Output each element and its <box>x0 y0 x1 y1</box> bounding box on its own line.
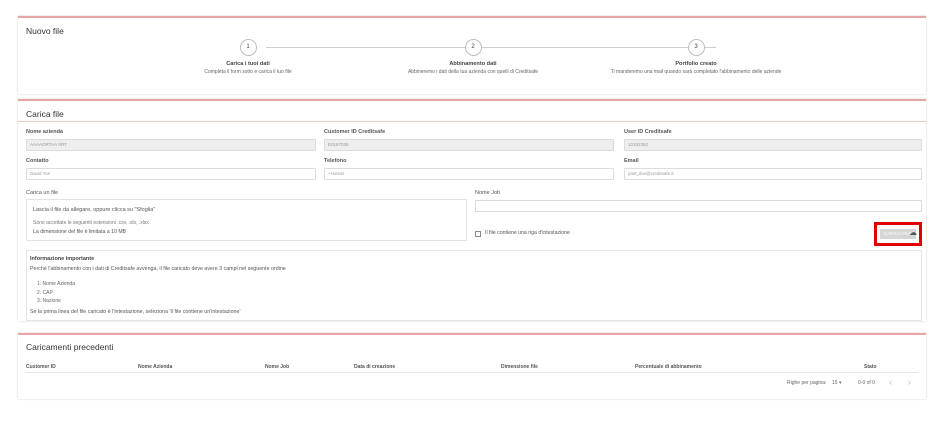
info-footer: Se la prima linea del file caricato è l'… <box>30 309 241 315</box>
company-field: AAAAORTAA SRT <box>26 139 316 151</box>
col-match-percent[interactable]: Percentuale di abbinamento <box>635 364 702 370</box>
list-item: 3. Nazione <box>37 298 61 304</box>
step-2-title: Abbinamento dati <box>449 61 497 67</box>
chevron-left-icon[interactable]: ‹ <box>889 377 892 387</box>
step-3: 3 Portfolio creato Ti manderemo una mail… <box>596 39 796 75</box>
step-2-number: 2 <box>464 39 482 56</box>
col-status[interactable]: Stato <box>864 364 877 370</box>
col-customer-id[interactable]: Customer ID <box>26 364 56 370</box>
info-desc: Perché l'abbinamento con i dati di Credi… <box>30 266 286 272</box>
email-label: Email <box>624 158 639 164</box>
new-file-title: Nuovo file <box>26 26 64 36</box>
header-row-checkbox[interactable] <box>475 231 481 237</box>
col-file-size[interactable]: Dimensione file <box>501 364 538 370</box>
step-1-number: 1 <box>239 39 257 56</box>
col-created-date[interactable]: Data di creazione <box>354 364 395 370</box>
rows-per-page-value: 15 <box>832 380 838 386</box>
step-1: 1 Carica i tuoi dati Completa il form so… <box>148 39 348 75</box>
new-file-card: Nuovo file 1 Carica i tuoi dati Completa… <box>18 16 926 94</box>
step-3-desc: Ti manderemo una mail quando sarà comple… <box>610 68 782 75</box>
contact-field[interactable]: David Yon <box>26 168 316 180</box>
col-company-name[interactable]: Nome Azienda <box>138 364 172 370</box>
job-name-input[interactable] <box>475 200 922 212</box>
upload-divider <box>18 121 926 122</box>
previous-title: Caricamenti precedenti <box>26 342 114 352</box>
upload-card: Carica file Nome azienda AAAAORTAA SRT C… <box>18 99 926 321</box>
upload-cloud-icon: ☁ <box>909 228 917 237</box>
company-label: Nome azienda <box>26 129 63 135</box>
dropzone-size-limit: La dimensione del file è limitata a 10 M… <box>33 229 127 235</box>
phone-field[interactable]: +Homal <box>324 168 614 180</box>
email-field[interactable]: yant_iloe@creditsafe.it <box>624 168 922 180</box>
list-item: 1. Nome Azienda <box>37 281 76 287</box>
chevron-down-icon: ▾ <box>838 380 842 386</box>
page-range: 0-0 of 0 <box>858 380 875 386</box>
phone-label: Telefono <box>324 158 347 164</box>
step-1-desc: Completa il form sotto e carica il tuo f… <box>204 68 292 75</box>
list-item: 2. CAP <box>37 289 53 296</box>
required-fields-list: 1. Nome Azienda 2. CAP 3. Nazione <box>37 280 75 306</box>
customer-id-label: Customer ID Creditsafe <box>324 129 386 135</box>
file-label: Carica un file <box>26 190 59 196</box>
file-dropzone[interactable]: Lascia il file da allegare, oppure clicc… <box>26 199 467 241</box>
user-id-field: 10102352 <box>624 139 922 151</box>
rows-per-page-select[interactable]: 15 ▾ <box>832 380 841 386</box>
header-row-label: Il file contiene una riga d'intestazione <box>485 230 570 236</box>
upload-title: Carica file <box>26 109 64 119</box>
previous-uploads-card: Caricamenti precedenti Customer ID Nome … <box>18 333 926 399</box>
dropzone-extensions: Sono accettate le seguenti estensioni .c… <box>33 220 149 226</box>
rows-per-page-label: Righe per pagina: <box>787 380 827 386</box>
info-title: Informazione importante <box>30 256 95 262</box>
chevron-right-icon[interactable]: › <box>908 377 911 387</box>
important-info-box: Informazione importante Perché l'abbinam… <box>26 250 922 321</box>
step-3-title: Portfolio creato <box>675 61 717 67</box>
step-2-desc: Abbineremo i dati della tua azienda con … <box>407 68 539 75</box>
step-2: 2 Abbinamento dati Abbineremo i dati del… <box>373 39 573 75</box>
contact-label: Contatto <box>26 158 49 164</box>
upload-file-button[interactable]: CARICA FILE ☁ <box>874 222 922 246</box>
step-1-title: Carica i tuoi dati <box>226 61 270 67</box>
col-job-name[interactable]: Nome Job <box>265 364 289 370</box>
table-header-divider <box>26 372 918 373</box>
user-id-label: User ID Creditsafe <box>624 129 672 135</box>
dropzone-main-text: Lascia il file da allegare, oppure clicc… <box>33 207 156 213</box>
step-3-number: 3 <box>687 39 705 56</box>
customer-id-field: E0167028 <box>324 139 614 151</box>
job-label: Nome Job <box>475 190 501 196</box>
